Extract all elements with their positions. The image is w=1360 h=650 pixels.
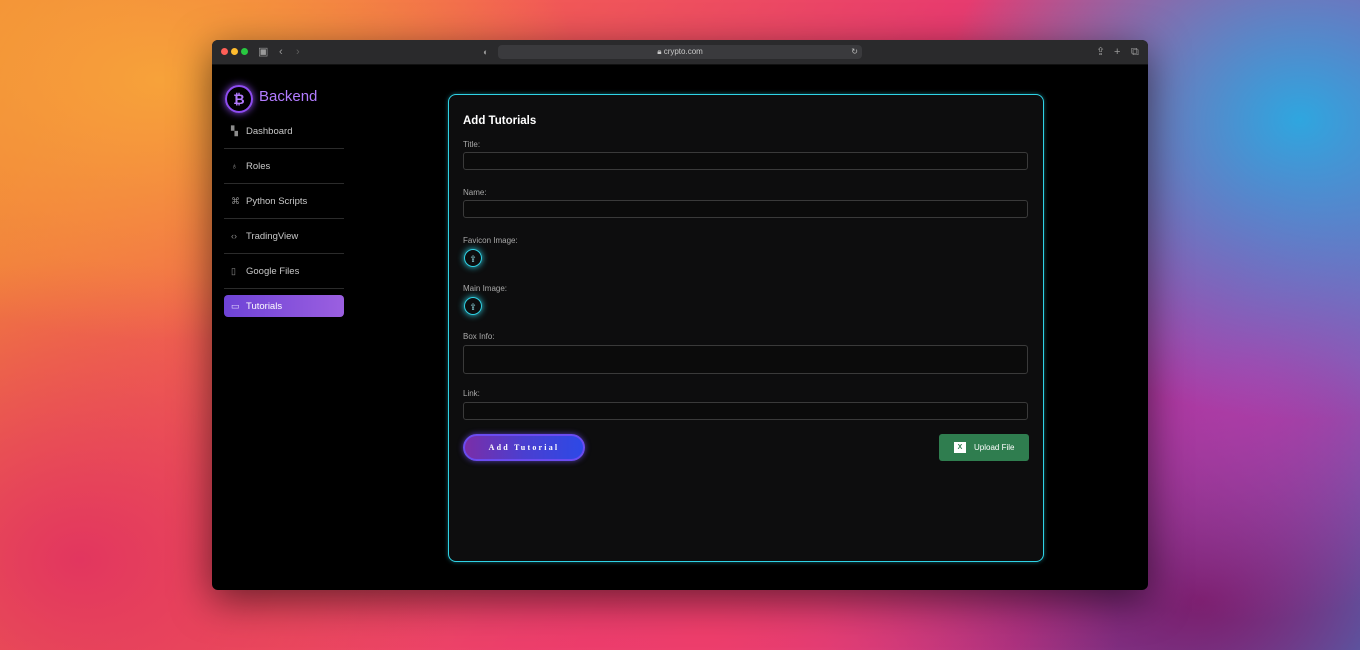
share-icon[interactable]: ⇪: [1096, 45, 1105, 59]
address-bar[interactable]: 🔒︎ crypto.com ↻: [498, 45, 862, 59]
sidebar-item-dashboard[interactable]: ▚ Dashboard: [224, 114, 344, 149]
excel-icon: X: [954, 442, 966, 453]
sidebar-item-python-scripts[interactable]: ⌘ Python Scripts: [224, 184, 344, 219]
new-tab-icon[interactable]: +: [1114, 45, 1120, 59]
tab-overview-icon[interactable]: ⧉: [1131, 45, 1139, 59]
users-icon: ♁: [231, 161, 238, 171]
browser-toolbar: ▣ ‹ › ◐ 🔒︎ crypto.com ↻ ⇪ + ⧉: [212, 40, 1148, 65]
sidebar-item-label: TradingView: [246, 231, 299, 242]
form-title: Add Tutorials: [463, 115, 537, 127]
sidebar-item-tutorials[interactable]: ▭ Tutorials: [224, 295, 344, 317]
main-image-upload-icon[interactable]: ⇪: [464, 297, 482, 315]
zoom-window-button[interactable]: [241, 48, 248, 55]
video-icon: ▭: [231, 301, 240, 311]
address-bar-url: crypto.com: [663, 47, 703, 56]
sidebar-item-label: Roles: [246, 161, 271, 172]
box-info-label: Box Info:: [463, 332, 495, 341]
forward-icon[interactable]: ›: [296, 45, 300, 59]
sidebar-item-label: Dashboard: [246, 126, 293, 137]
file-icon: ▯: [231, 266, 236, 276]
link-label: Link:: [463, 389, 480, 398]
add-tutorial-button[interactable]: Add Tutorial: [463, 434, 585, 461]
main-image-label: Main Image:: [463, 284, 508, 293]
brand[interactable]: ₿ Backend: [224, 84, 344, 114]
upload-file-label: Upload File: [974, 443, 1015, 452]
code-icon: ‹›: [231, 231, 237, 241]
sidebar-item-roles[interactable]: ♁ Roles: [224, 149, 344, 184]
sidebar-item-tradingview[interactable]: ‹› TradingView: [224, 219, 344, 254]
link-input[interactable]: [463, 402, 1028, 420]
brand-name: Backend: [259, 88, 318, 105]
lock-icon: 🔒︎: [657, 47, 662, 56]
close-window-button[interactable]: [221, 48, 228, 55]
sidebar-item-label: Google Files: [246, 266, 300, 277]
browser-window: ▣ ‹ › ◐ 🔒︎ crypto.com ↻ ⇪ + ⧉ ₿ Backend …: [212, 40, 1148, 590]
favicon-image-label: Favicon Image:: [463, 236, 518, 245]
name-label: Name:: [463, 188, 487, 197]
name-input[interactable]: [463, 200, 1028, 218]
box-info-input[interactable]: [463, 345, 1028, 374]
title-label: Title:: [463, 140, 481, 149]
privacy-shield-icon[interactable]: ◐: [483, 45, 488, 59]
upload-file-button[interactable]: X Upload File: [939, 434, 1029, 461]
reload-icon[interactable]: ↻: [851, 45, 858, 59]
sidebar-toggle-icon[interactable]: ▣: [258, 45, 268, 59]
sidebar-nav: ▚ Dashboard ♁ Roles ⌘ Python Scripts ‹› …: [224, 114, 344, 317]
sidebar: ₿ Backend ▚ Dashboard ♁ Roles ⌘ Python S…: [224, 84, 344, 317]
sidebar-item-label: Python Scripts: [246, 196, 308, 207]
grid-icon: ▚: [231, 126, 238, 136]
python-icon: ⌘: [231, 196, 240, 206]
bitcoin-logo-icon: ₿: [225, 85, 253, 113]
minimize-window-button[interactable]: [231, 48, 238, 55]
title-input[interactable]: [463, 152, 1028, 170]
add-tutorial-form: Add Tutorials Title: Name: Favicon Image…: [448, 94, 1044, 562]
sidebar-item-google-files[interactable]: ▯ Google Files: [224, 254, 344, 289]
favicon-upload-icon[interactable]: ⇪: [464, 249, 482, 267]
sidebar-item-label: Tutorials: [246, 301, 283, 312]
back-icon[interactable]: ‹: [279, 45, 283, 59]
